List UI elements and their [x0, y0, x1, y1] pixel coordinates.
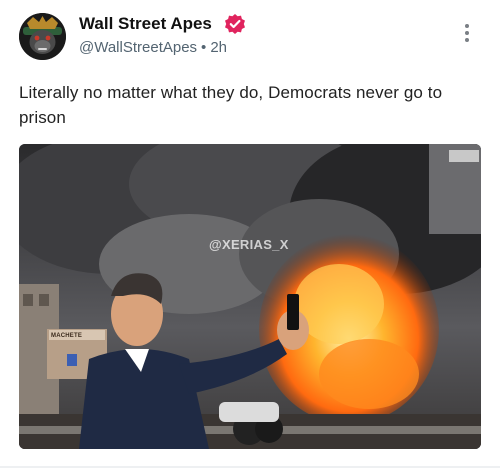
post-image[interactable]: @XERIAS_X MACHETE [19, 144, 481, 449]
more-dot [465, 31, 469, 35]
burning-street-selfie-image [19, 144, 481, 449]
more-options-icon[interactable] [460, 24, 474, 48]
ape-avatar-icon [19, 13, 66, 60]
more-dot [465, 24, 469, 28]
post-text: Literally no matter what they do, Democr… [19, 83, 443, 127]
building-sign-text: MACHETE [51, 333, 83, 339]
meta-separator: • [201, 39, 207, 56]
image-watermark: @XERIAS_X [209, 237, 289, 252]
post-card: Wall Street Apes @WallStreetApes • 2h Lite… [0, 0, 500, 468]
verified-badge-icon [225, 14, 245, 34]
post-timestamp[interactable]: 2h [210, 39, 227, 56]
author-handle[interactable]: @WallStreetApes [79, 39, 197, 56]
author-name[interactable]: Wall Street Apes [79, 14, 212, 34]
more-dot [465, 38, 469, 42]
author-meta: @WallStreetApes • 2h [79, 39, 227, 56]
author-avatar[interactable] [19, 13, 66, 60]
